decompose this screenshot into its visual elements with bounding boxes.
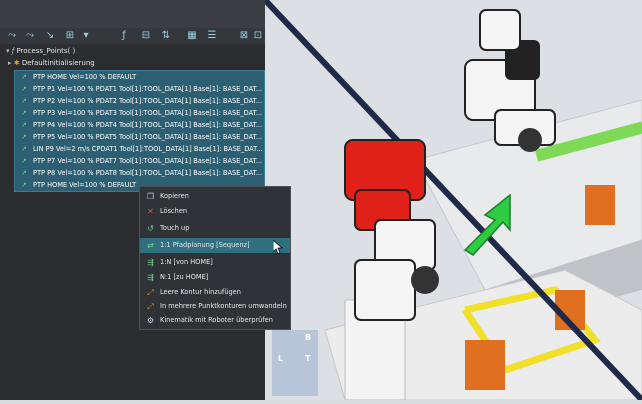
delete-icon: ✕	[147, 207, 154, 216]
motion-row[interactable]: ↗ PTP P3 Vel=100 % PDAT3 Tool[1]:TOOL_DAT…	[21, 108, 262, 119]
tree-toolbar: ⤳ ⤳ ↘ ⊞ ▾ ƒ ⊟ ⇅ ▦ ☰ ⊠ ⊡	[0, 28, 265, 44]
motion-icon: ↗	[21, 85, 27, 93]
toolbar-expand-icon[interactable]: ⊡	[252, 30, 264, 42]
toolbar-list-icon[interactable]: ☰	[206, 30, 218, 42]
n-to-one-icon: ⇶	[147, 273, 154, 282]
kinematics-icon: ⚙	[146, 316, 155, 325]
menu-item-delete[interactable]: ✕ Löschen	[140, 204, 290, 219]
menu-item-n-to-one[interactable]: ⇶ N:1 [zu HOME]	[140, 270, 290, 285]
motion-row[interactable]: ↗ LIN P9 Vel=2 m/s CPDAT1 Tool[1]:TOOL_DA…	[21, 144, 263, 155]
motion-row[interactable]: ↗ PTP P2 Vel=100 % PDAT2 Tool[1]:TOOL_DAT…	[21, 96, 262, 107]
motion-icon: ↗	[21, 169, 27, 177]
motion-icon: ↗	[21, 121, 27, 129]
motion-row[interactable]: ↗ PTP HOME Vel=100 % DEFAULT	[21, 180, 136, 191]
tab-strip	[0, 0, 265, 28]
gear-icon: ✱	[13, 59, 22, 67]
path-planning-icon: ⇄	[147, 241, 154, 250]
motion-icon: ↗	[21, 73, 27, 81]
toolbar-add-icon[interactable]: ⊞	[64, 30, 76, 42]
3d-viewport[interactable]	[262, 0, 642, 403]
toolbar-path-icon[interactable]: ⤳	[6, 30, 18, 42]
motion-row[interactable]: ↗ PTP HOME Vel=100 % DEFAULT	[21, 72, 136, 83]
linear-motion-icon: ↗	[21, 145, 27, 153]
toolbar-function-icon[interactable]: ƒ	[118, 30, 130, 42]
copy-icon: ❐	[146, 192, 155, 201]
view-cube-top-label: T	[305, 354, 311, 363]
motion-row[interactable]: ↗ PTP P1 Vel=100 % PDAT1 Tool[1]:TOOL_DAT…	[21, 84, 262, 95]
menu-item-add-contour[interactable]: ⤢ Leere Kontur hinzufügen	[140, 285, 290, 300]
mouse-cursor-icon	[273, 240, 283, 254]
toolbar-sort-icon[interactable]: ⇅	[160, 30, 172, 42]
motion-icon: ↗	[21, 157, 27, 165]
robot-red	[344, 139, 439, 321]
motion-icon: ↗	[21, 133, 27, 141]
menu-item-touch-up[interactable]: ↺ Touch up	[140, 221, 290, 236]
toolbar-grid-icon[interactable]: ▦	[186, 30, 198, 42]
toolbar-tree-icon[interactable]: ⊟	[140, 30, 152, 42]
orange-block	[465, 340, 505, 390]
add-contour-icon: ⤢	[147, 288, 154, 297]
3d-scene	[262, 0, 642, 403]
toolbar-move-icon[interactable]: ↘	[44, 30, 56, 42]
menu-item-path-planning[interactable]: ⇄ 1:1 Pfadplanung [Sequenz]	[140, 238, 290, 253]
toolbar-route-icon[interactable]: ⤳	[24, 30, 36, 42]
view-cube[interactable]: L T B	[272, 330, 318, 396]
view-cube-bottom-label: B	[305, 333, 312, 342]
menu-item-one-to-n[interactable]: ⇶ 1:N [von HOME]	[140, 255, 290, 270]
touch-up-icon: ↺	[147, 224, 154, 233]
motion-icon: ↗	[21, 97, 27, 105]
one-to-n-icon: ⇶	[147, 258, 154, 267]
convert-contours-icon: ⤢	[147, 302, 154, 311]
orange-block	[585, 185, 615, 225]
motion-icon: ↗	[21, 109, 27, 117]
menu-item-check-kinematics[interactable]: ⚙ Kinematik mit Roboter überprüfen	[140, 313, 290, 328]
view-cube-left-label: L	[278, 354, 284, 363]
menu-item-convert-contours[interactable]: ⤢ In mehrere Punktkonturen umwandeln	[140, 299, 290, 314]
motion-row[interactable]: ↗ PTP P8 Vel=100 % PDAT8 Tool[1]:TOOL_DAT…	[21, 168, 262, 179]
motion-icon: ↗	[21, 181, 27, 189]
menu-item-copy[interactable]: ❐ Kopieren	[140, 189, 290, 204]
tree-root[interactable]: ▾ ƒ Process_Points( )	[6, 46, 75, 57]
toolbar-dropdown-icon[interactable]: ▾	[80, 30, 92, 42]
context-menu: ❐ Kopieren ✕ Löschen ↺ Touch up ⇄ 1:1 Pfadpl…	[139, 186, 291, 330]
motion-row[interactable]: ↗ PTP P7 Vel=100 % PDAT7 Tool[1]:TOOL_DAT…	[21, 156, 262, 167]
motion-row[interactable]: ↗ PTP P4 Vel=100 % PDAT4 Tool[1]:TOOL_DAT…	[21, 120, 262, 131]
motion-row[interactable]: ↗ PTP P5 Vel=100 % PDAT5 Tool[1]:TOOL_DAT…	[21, 132, 262, 143]
tree-init[interactable]: ▸ ✱ Defaultinitialisierung	[8, 58, 95, 69]
tree-init-label: Defaultinitialisierung	[21, 59, 95, 67]
toolbar-collapse-icon[interactable]: ⊠	[238, 30, 250, 42]
selected-motion-block: ↗ PTP HOME Vel=100 % DEFAULT ↗ PTP P1 Vel=…	[14, 70, 265, 192]
tree-root-label: Process_Points( )	[16, 47, 76, 55]
